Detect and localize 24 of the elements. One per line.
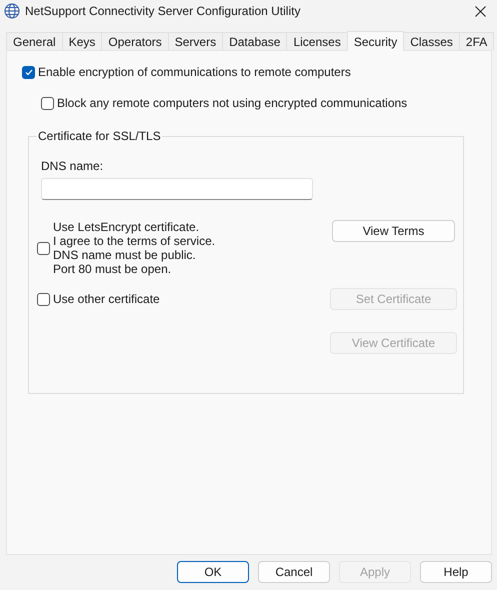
tab[interactable]: Operators	[101, 32, 169, 50]
tab[interactable]: Keys	[62, 32, 102, 50]
window-title: NetSupport Connectivity Server Configuration Utility	[25, 4, 300, 18]
checkbox-label: Block any remote computers not using encrypted communications	[57, 96, 408, 110]
view-terms-button[interactable]: View Terms	[332, 220, 455, 242]
checkbox[interactable]	[37, 242, 50, 254]
checkbox-label: Enable encryption of communications to remote computers	[38, 65, 351, 79]
tab[interactable]: Security	[346, 31, 404, 51]
dialog-button[interactable]: Help	[420, 561, 492, 583]
checkbox-label: Use LetsEncrypt certificate. I agree to the terms of service. DNS name must be public. Port 80 must be open.	[53, 220, 216, 276]
checkbox[interactable]	[37, 292, 50, 306]
field-label: DNS name:	[41, 159, 104, 173]
tab[interactable]: General	[6, 32, 63, 50]
close-icon[interactable]	[475, 6, 486, 16]
checkbox[interactable]	[22, 66, 35, 78]
dialog-button[interactable]: Cancel	[258, 561, 330, 583]
checkbox[interactable]	[41, 96, 54, 110]
checkbox-label: Use other certificate	[53, 292, 160, 306]
dialog-button[interactable]: OK	[177, 561, 249, 583]
checkmark-icon	[24, 68, 32, 76]
group-title: Certificate for SSL/TLS	[37, 129, 162, 143]
tab[interactable]: 2FA	[458, 32, 494, 50]
globe-icon	[4, 3, 20, 19]
dns-name-field[interactable]	[41, 178, 313, 200]
